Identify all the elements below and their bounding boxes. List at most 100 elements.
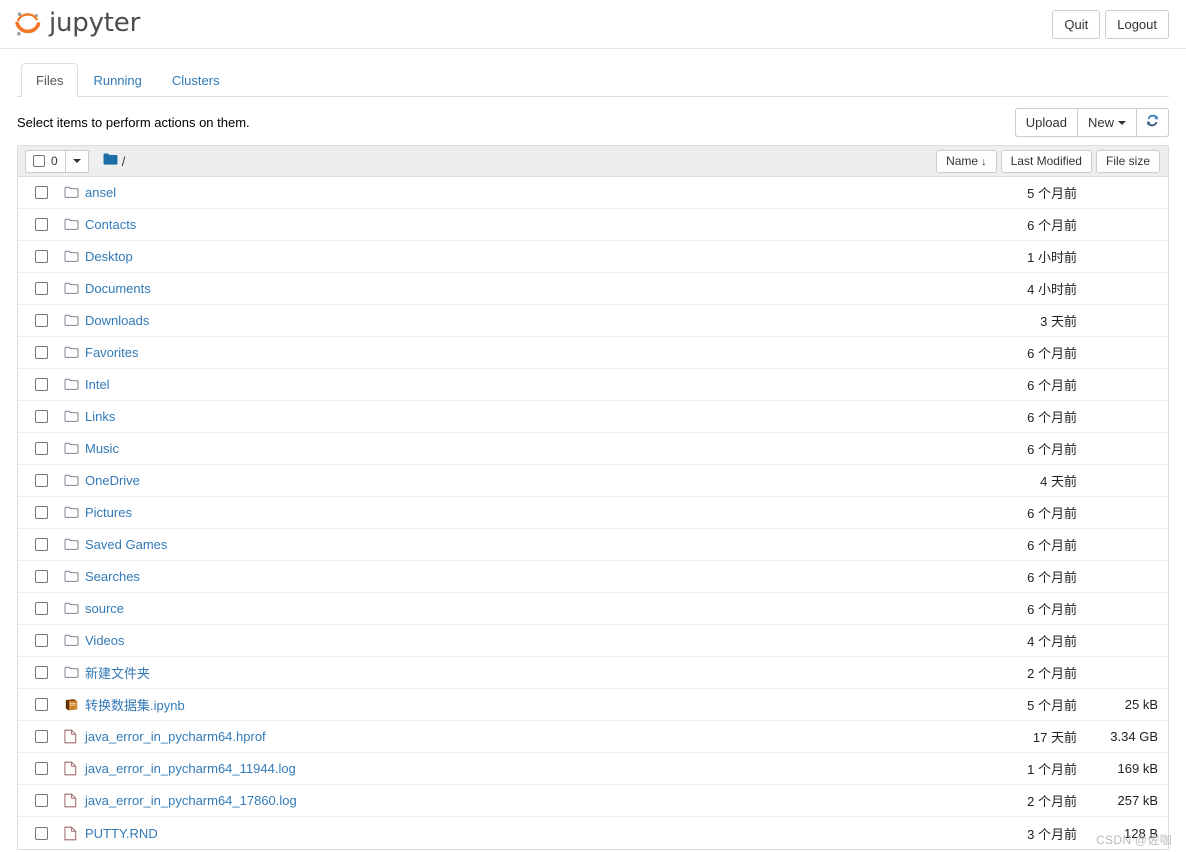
last-modified-value: 1 个月前 [1027,762,1077,777]
folder-icon [64,282,85,295]
upload-button[interactable]: Upload [1014,108,1078,137]
file-name-link[interactable]: ansel [85,185,116,200]
row-checkbox[interactable] [34,250,48,263]
row-checkbox[interactable] [34,730,48,743]
file-name-link[interactable]: Saved Games [85,537,167,552]
row-checkbox[interactable] [34,218,48,231]
row-checkbox[interactable] [34,570,48,583]
row-checkbox[interactable] [34,506,48,519]
file-name-link[interactable]: 转换数据集.ipynb [85,695,185,714]
row-checkbox[interactable] [34,634,48,647]
tab-files[interactable]: Files [21,63,79,97]
row-checkbox[interactable] [34,602,48,615]
last-modified-value: 6 个月前 [1027,378,1077,393]
jupyter-logo[interactable]: jupyter [14,9,140,39]
file-name-link[interactable]: 新建文件夹 [85,663,150,682]
select-dropdown-button[interactable] [65,149,89,173]
new-dropdown-button[interactable]: New [1076,108,1137,137]
breadcrumb-root[interactable]: / [122,154,126,169]
table-row[interactable]: Contacts 6 个月前 [18,209,1168,241]
row-checkbox[interactable] [34,538,48,551]
folder-icon [64,314,85,327]
file-name-link[interactable]: Links [85,409,115,424]
row-checkbox[interactable] [34,378,48,391]
file-icon [64,793,85,808]
table-row[interactable]: Intel 6 个月前 [18,369,1168,401]
file-name-link[interactable]: Contacts [85,217,136,232]
file-name-link[interactable]: java_error_in_pycharm64.hprof [85,729,266,744]
row-checkbox[interactable] [34,666,48,679]
table-row[interactable]: Searches 6 个月前 [18,561,1168,593]
row-checkbox[interactable] [34,762,48,775]
row-checkbox-cell [18,666,64,679]
table-row[interactable]: Music 6 个月前 [18,433,1168,465]
last-modified-value: 2 个月前 [1027,666,1077,681]
table-row[interactable]: 新建文件夹 2 个月前 [18,657,1168,689]
breadcrumb: / [103,153,126,169]
file-name-link[interactable]: Pictures [85,505,132,520]
row-checkbox-cell [18,538,64,551]
tab-clusters[interactable]: Clusters [157,63,235,97]
tab-running[interactable]: Running [78,63,156,97]
sort-by-modified-button[interactable]: Last Modified [1000,149,1092,173]
table-row[interactable]: 转换数据集.ipynb 5 个月前 25 kB [18,689,1168,721]
select-all-group: 0 [25,149,89,173]
row-checkbox[interactable] [34,186,48,199]
file-name-link[interactable]: Music [85,441,119,456]
file-name-link[interactable]: PUTTY.RND [85,826,158,841]
table-row[interactable]: source 6 个月前 [18,593,1168,625]
table-row[interactable]: Favorites 6 个月前 [18,337,1168,369]
folder-icon [64,634,85,647]
file-name-link[interactable]: Videos [85,633,125,648]
selection-hint: Select items to perform actions on them. [17,115,250,130]
sort-by-size-button[interactable]: File size [1095,149,1160,173]
file-name-link[interactable]: Searches [85,569,140,584]
table-row[interactable]: java_error_in_pycharm64_17860.log 2 个月前 25… [18,785,1168,817]
row-checkbox-cell [18,506,64,519]
table-row[interactable]: java_error_in_pycharm64.hprof 17 天前 3.34 G… [18,721,1168,753]
file-list: ansel 5 个月前 Contacts 6 个月前 Desktop 1 小时前 Docum… [18,177,1168,849]
folder-icon [64,346,85,359]
row-checkbox[interactable] [34,794,48,807]
file-name-link[interactable]: Downloads [85,313,149,328]
file-name-link[interactable]: Favorites [85,345,138,360]
file-name-link[interactable]: java_error_in_pycharm64_17860.log [85,793,297,808]
table-row[interactable]: Pictures 6 个月前 [18,497,1168,529]
sort-by-name-button[interactable]: Name ↓ [936,149,997,173]
table-row[interactable]: Links 6 个月前 [18,401,1168,433]
row-checkbox[interactable] [34,282,48,295]
row-checkbox-cell [18,314,64,327]
table-row[interactable]: OneDrive 4 天前 [18,465,1168,497]
file-name-link[interactable]: Desktop [85,249,133,264]
row-checkbox[interactable] [34,346,48,359]
select-all-button[interactable]: 0 [25,149,66,173]
file-name-link[interactable]: java_error_in_pycharm64_11944.log [85,761,296,776]
file-name-link[interactable]: source [85,601,124,616]
table-row[interactable]: PUTTY.RND 3 个月前 128 B [18,817,1168,849]
last-modified-value: 6 个月前 [1027,602,1077,617]
table-row[interactable]: Desktop 1 小时前 [18,241,1168,273]
file-name-link[interactable]: OneDrive [85,473,140,488]
row-checkbox[interactable] [34,442,48,455]
table-row[interactable]: Downloads 3 天前 [18,305,1168,337]
table-row[interactable]: ansel 5 个月前 [18,177,1168,209]
row-checkbox-cell [18,250,64,263]
last-modified-value: 4 小时前 [1027,282,1077,297]
checkbox-icon[interactable] [33,155,45,167]
refresh-button[interactable] [1136,108,1169,137]
table-row[interactable]: Saved Games 6 个月前 [18,529,1168,561]
quit-button[interactable]: Quit [1052,9,1101,39]
logout-button[interactable]: Logout [1105,9,1169,39]
row-checkbox[interactable] [34,826,48,840]
table-row[interactable]: Documents 4 小时前 [18,273,1168,305]
row-checkbox[interactable] [34,474,48,487]
row-checkbox[interactable] [34,314,48,327]
last-modified-value: 4 个月前 [1027,634,1077,649]
file-name-link[interactable]: Intel [85,377,110,392]
file-name-link[interactable]: Documents [85,281,151,296]
row-checkbox[interactable] [34,410,48,423]
table-row[interactable]: Videos 4 个月前 [18,625,1168,657]
table-row[interactable]: java_error_in_pycharm64_11944.log 1 个月前 16… [18,753,1168,785]
row-checkbox[interactable] [34,698,48,711]
page-root: jupyter Quit Logout Files Running Cluste… [0,0,1186,852]
